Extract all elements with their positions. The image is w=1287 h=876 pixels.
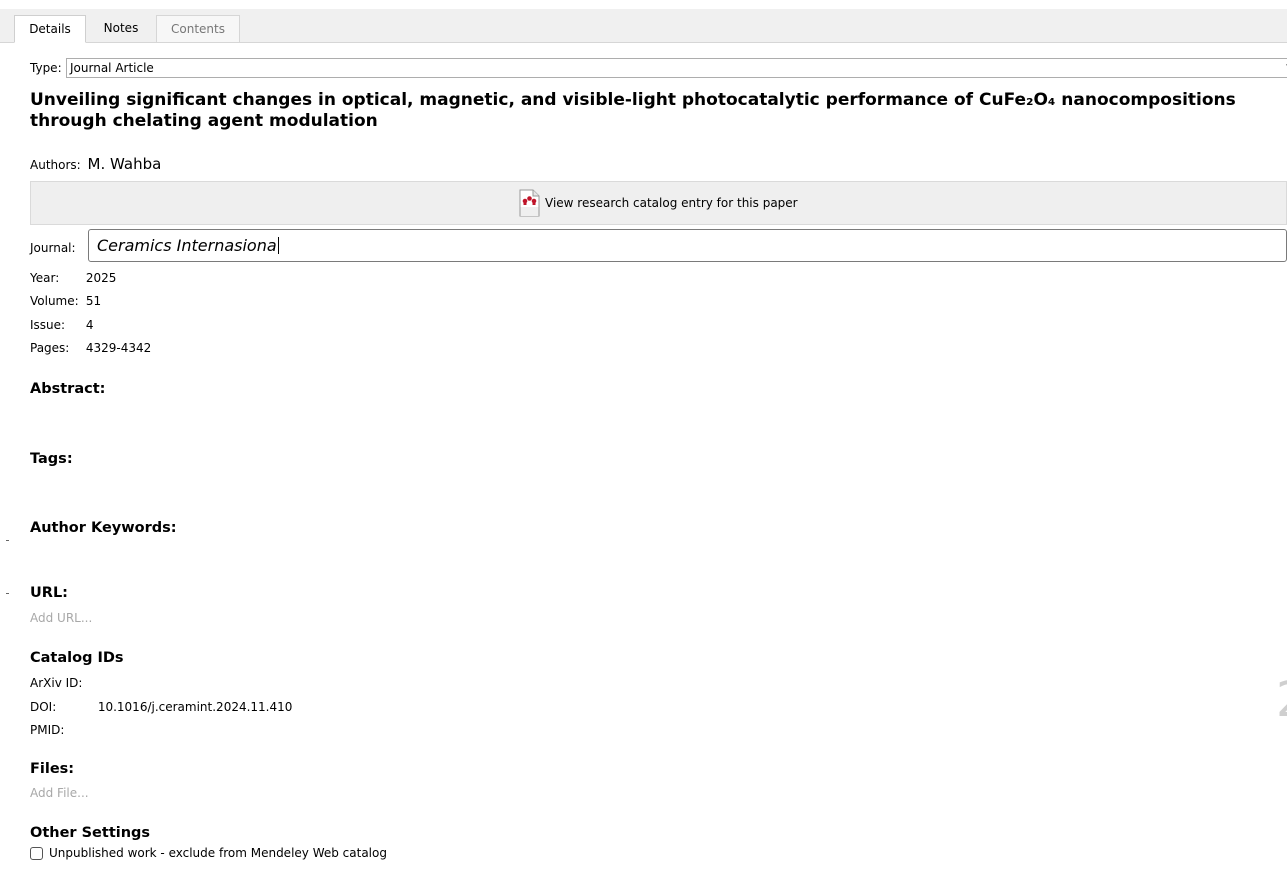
url-heading: URL: xyxy=(30,585,68,601)
doi-label: DOI: xyxy=(30,700,57,714)
add-file-field[interactable]: Add File... xyxy=(30,786,89,800)
journal-row: Journal: Ceramics Internasiona xyxy=(30,229,1287,263)
authors-row: Authors: M. Wahba xyxy=(30,155,161,173)
issue-row: Issue: 4 xyxy=(30,318,93,332)
unpublished-row[interactable]: Unpublished work - exclude from Mendeley… xyxy=(30,846,387,860)
unpublished-checkbox[interactable] xyxy=(30,846,43,860)
tab-bar: Details Notes Contents xyxy=(0,9,1287,43)
splitter-mark xyxy=(6,593,9,594)
doi-value[interactable]: 10.1016/j.ceramint.2024.11.410 xyxy=(98,700,293,714)
author-name[interactable]: M. Wahba xyxy=(88,155,162,173)
view-catalog-entry-button[interactable]: View research catalog entry for this pap… xyxy=(30,181,1287,225)
pages-value[interactable]: 4329-4342 xyxy=(86,341,151,355)
pages-label: Pages: xyxy=(30,341,70,355)
tab-notes[interactable]: Notes xyxy=(86,15,156,42)
tab-contents[interactable]: Contents xyxy=(156,15,240,42)
view-catalog-entry-label: View research catalog entry for this pap… xyxy=(545,196,798,210)
pmid-label: PMID: xyxy=(30,723,65,737)
arxiv-label: ArXiv ID: xyxy=(30,676,83,690)
type-label: Type: xyxy=(30,61,62,75)
author-keywords-heading: Author Keywords: xyxy=(30,520,177,536)
pmid-row: PMID: xyxy=(30,723,94,737)
authors-label: Authors: xyxy=(30,158,81,172)
year-row: Year: 2025 xyxy=(30,271,116,285)
year-label: Year: xyxy=(30,271,60,285)
text-caret xyxy=(277,237,279,254)
journal-input[interactable]: Ceramics Internasiona xyxy=(88,229,1287,262)
catalog-ids-heading: Catalog IDs xyxy=(30,650,124,666)
year-value[interactable]: 2025 xyxy=(86,271,117,285)
top-strip xyxy=(0,0,1287,9)
unpublished-label: Unpublished work - exclude from Mendeley… xyxy=(49,846,387,860)
issue-value[interactable]: 4 xyxy=(86,318,94,332)
journal-value: Ceramics Internasiona xyxy=(97,236,277,255)
abstract-heading: Abstract: xyxy=(30,381,106,397)
other-settings-heading: Other Settings xyxy=(30,825,151,841)
arxiv-row: ArXiv ID: xyxy=(30,676,94,690)
details-panel xyxy=(0,43,1287,876)
splitter-mark xyxy=(6,540,9,541)
issue-label: Issue: xyxy=(30,318,66,332)
volume-label: Volume: xyxy=(30,294,79,308)
pages-row: Pages: 4329-4342 xyxy=(30,341,151,355)
files-heading: Files: xyxy=(30,761,75,777)
side-glyph: 2 xyxy=(1276,676,1287,724)
journal-label: Journal: xyxy=(30,241,76,255)
type-select[interactable]: Journal Article ▼ xyxy=(66,58,1287,78)
volume-value[interactable]: 51 xyxy=(86,294,101,308)
volume-row: Volume: 51 xyxy=(30,294,101,308)
add-url-field[interactable]: Add URL... xyxy=(30,611,92,625)
mendeley-document-icon xyxy=(517,189,541,217)
document-title[interactable]: Unveiling significant changes in optical… xyxy=(30,90,1280,132)
doi-row: DOI: 10.1016/j.ceramint.2024.11.410 xyxy=(30,700,292,714)
type-value: Journal Article xyxy=(70,61,154,75)
tags-heading: Tags: xyxy=(30,451,73,467)
tab-details[interactable]: Details xyxy=(14,15,86,43)
